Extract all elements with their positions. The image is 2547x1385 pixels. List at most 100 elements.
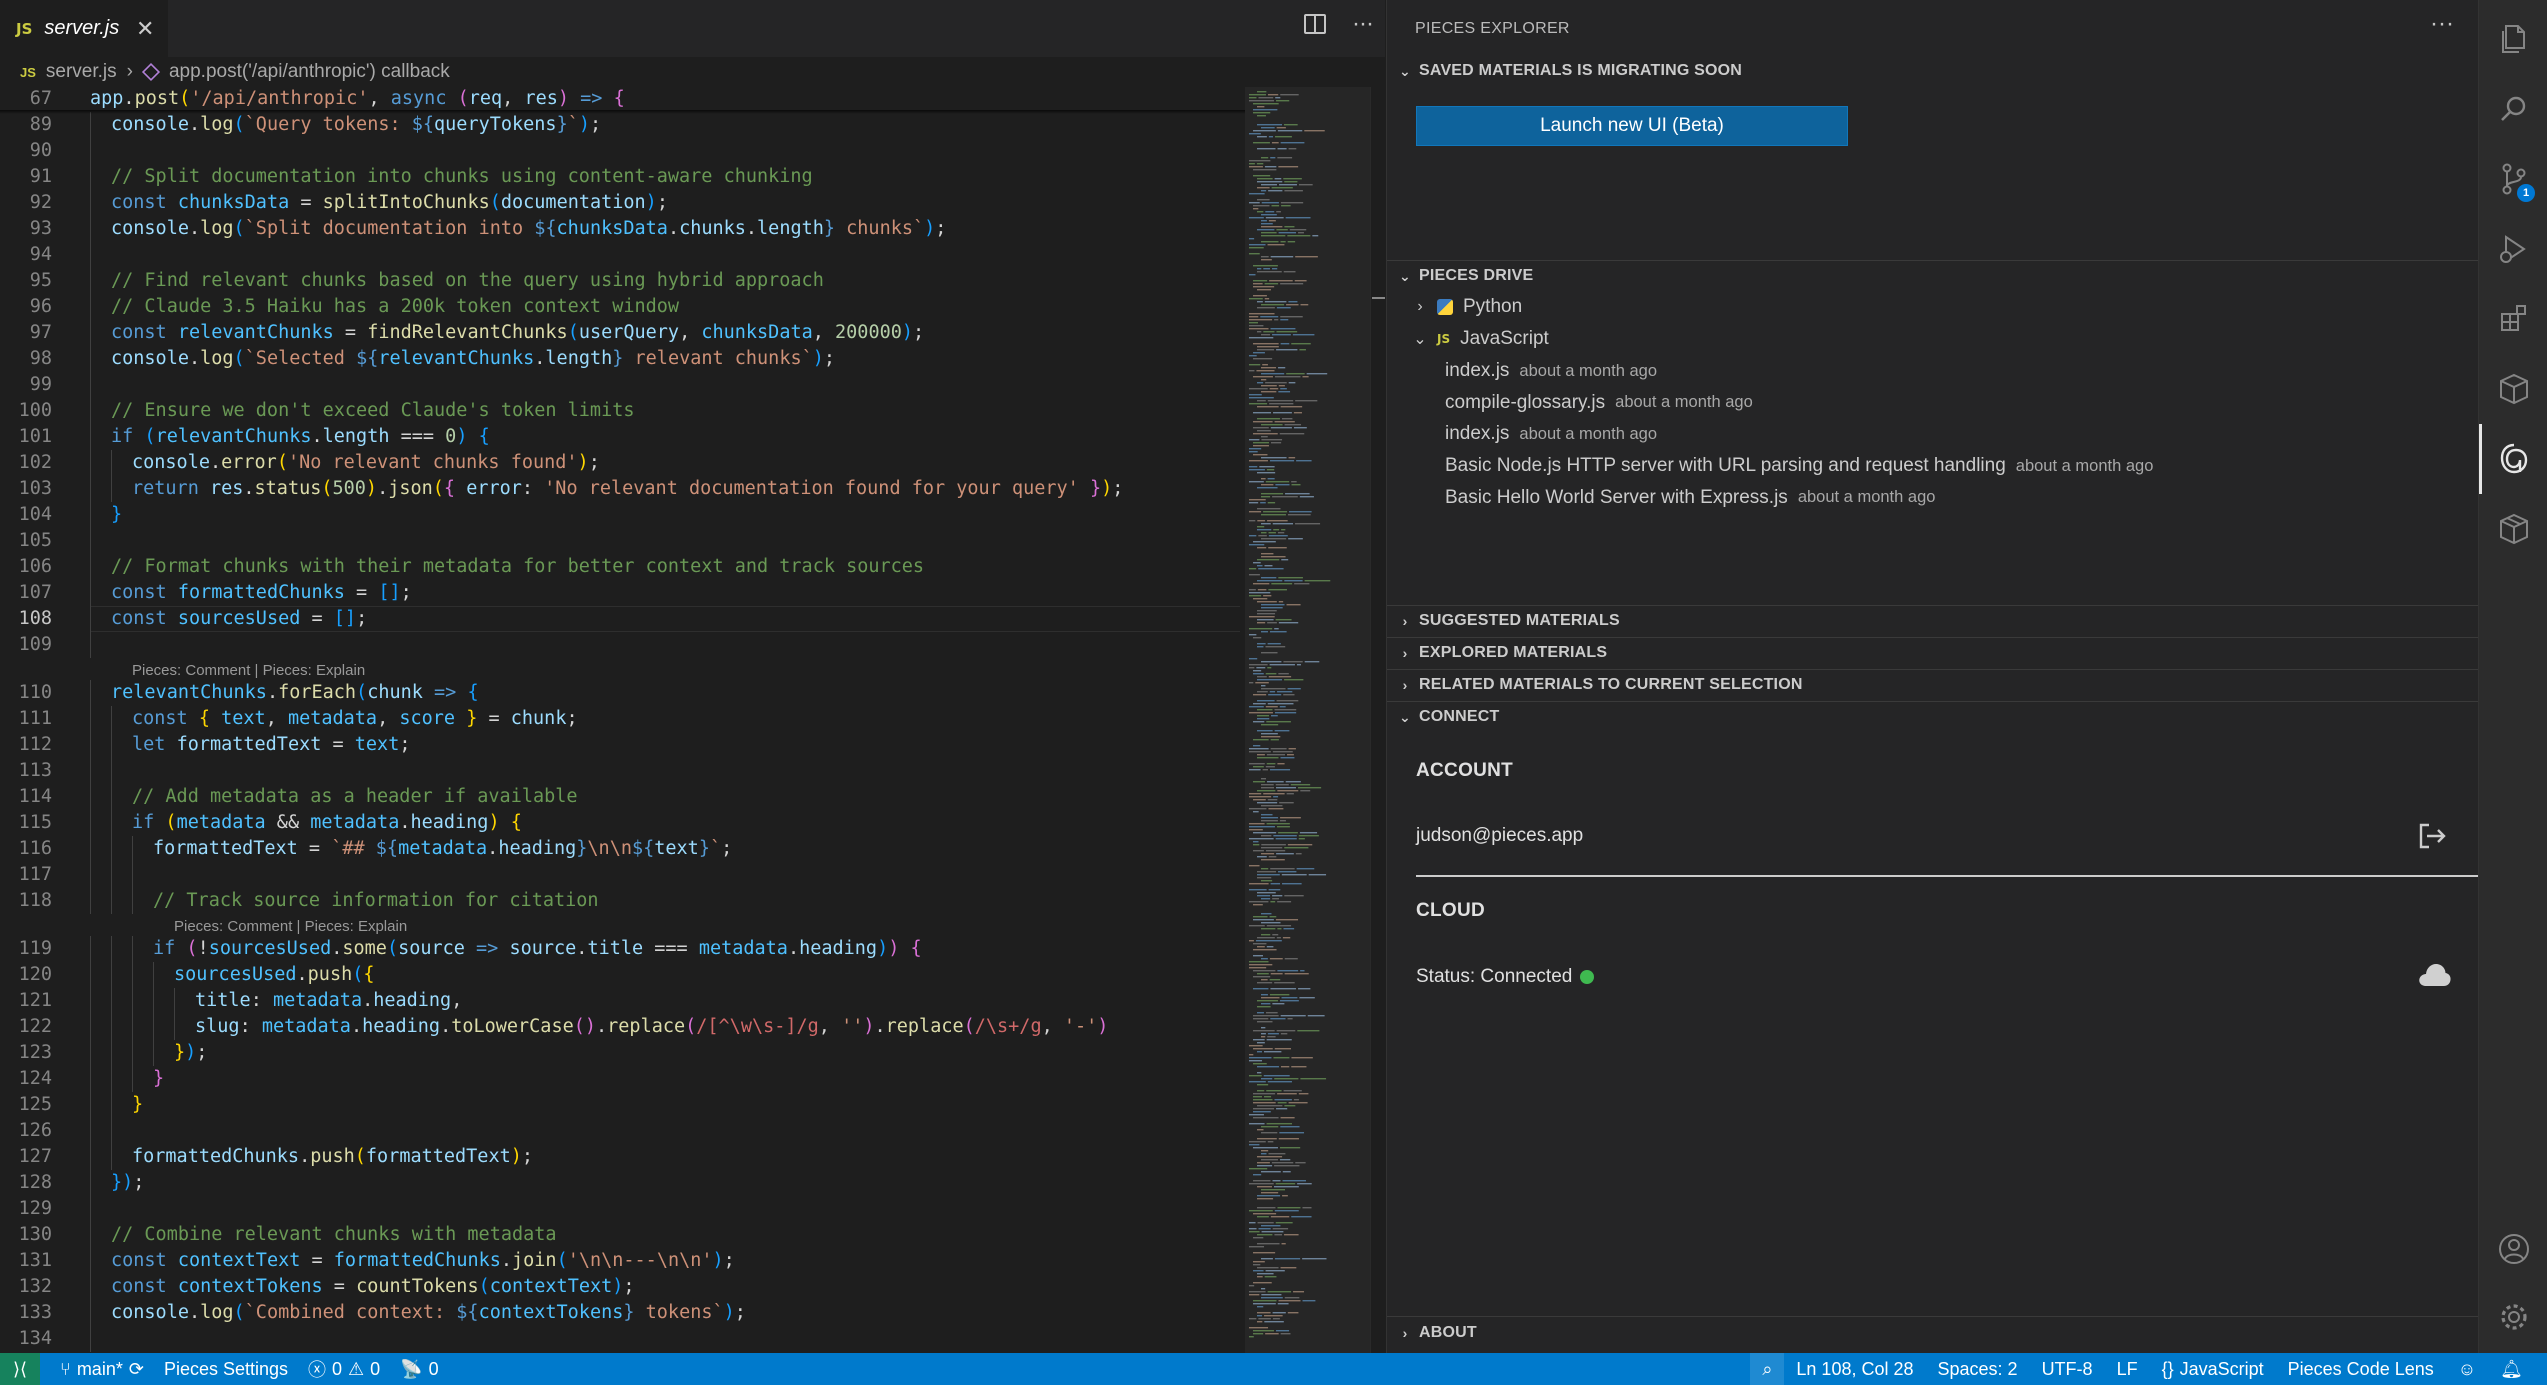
code-line[interactable]: // Ensure we don't exceed Claude's token… xyxy=(111,398,634,424)
line-number[interactable]: 133 xyxy=(0,1300,52,1326)
tab-server-js[interactable]: JS server.js ✕ xyxy=(0,0,168,57)
code-line[interactable]: const { text, metadata, score } = chunk; xyxy=(132,706,578,732)
code-line[interactable]: console.log(`Selected ${relevantChunks.l… xyxy=(111,346,835,372)
line-number[interactable]: 93 xyxy=(0,216,52,242)
notifications-bell-icon[interactable]: 🔔︎ xyxy=(2500,1359,2523,1380)
code-line[interactable]: formattedChunks.push(formattedText); xyxy=(132,1144,533,1170)
settings-gear-icon[interactable] xyxy=(2479,1282,2547,1352)
code-line[interactable]: const sourcesUsed = []; xyxy=(111,606,367,632)
line-number[interactable]: 120 xyxy=(0,962,52,988)
line-number[interactable]: 100 xyxy=(0,398,52,424)
line-number[interactable]: 112 xyxy=(0,732,52,758)
pieces-settings-button[interactable]: Pieces Settings xyxy=(164,1359,288,1380)
branch-indicator[interactable]: ⑂ main* ⟳ xyxy=(60,1359,144,1380)
more-actions-icon[interactable]: ··· xyxy=(1352,12,1374,36)
code-line[interactable]: // Combine relevant chunks with metadata xyxy=(111,1222,557,1248)
code-line[interactable]: } xyxy=(132,1092,143,1118)
code-line[interactable]: // Add metadata as a header if available xyxy=(132,784,578,810)
source-control-icon[interactable]: 1 xyxy=(2479,144,2547,214)
line-number[interactable]: 109 xyxy=(0,632,52,658)
drive-item[interactable]: index.js about a month ago xyxy=(1445,419,1657,449)
code-line[interactable]: }); xyxy=(111,1170,144,1196)
line-number[interactable]: 118 xyxy=(0,888,52,914)
code-line[interactable]: if (metadata && metadata.heading) { xyxy=(132,810,522,836)
line-number[interactable]: 107 xyxy=(0,580,52,606)
section-related-materials[interactable]: › RELATED MATERIALS TO CURRENT SELECTION xyxy=(1387,670,2479,700)
cube-icon[interactable] xyxy=(2479,494,2547,564)
launch-new-ui-button[interactable]: Launch new UI (Beta) xyxy=(1416,106,1848,146)
section-pieces-drive[interactable]: ⌄ PIECES DRIVE xyxy=(1387,261,2479,291)
section-connect[interactable]: ⌄ CONNECT xyxy=(1387,702,2479,732)
code-line[interactable]: // Claude 3.5 Haiku has a 200k token con… xyxy=(111,294,679,320)
line-number[interactable]: 94 xyxy=(0,242,52,268)
line-number[interactable]: 121 xyxy=(0,988,52,1014)
explorer-icon[interactable] xyxy=(2479,4,2547,74)
line-number[interactable]: 111 xyxy=(0,706,52,732)
minimap-slider[interactable] xyxy=(1245,87,1370,1353)
line-number[interactable]: 104 xyxy=(0,502,52,528)
code-line[interactable]: // Format chunks with their metadata for… xyxy=(111,554,924,580)
code-line[interactable]: formattedText = `## ${metadata.heading}\… xyxy=(153,836,732,862)
line-number[interactable]: 90 xyxy=(0,138,52,164)
line-number[interactable]: 132 xyxy=(0,1274,52,1300)
line-number[interactable]: 130 xyxy=(0,1222,52,1248)
zoom-icon[interactable]: ⌕ xyxy=(1750,1353,1785,1385)
line-number[interactable]: 95 xyxy=(0,268,52,294)
more-actions-icon[interactable]: ··· xyxy=(2430,10,2454,38)
line-number[interactable]: 115 xyxy=(0,810,52,836)
section-suggested-materials[interactable]: › SUGGESTED MATERIALS xyxy=(1387,606,2479,636)
drive-item[interactable]: Basic Node.js HTTP server with URL parsi… xyxy=(1445,451,2153,481)
encoding[interactable]: UTF-8 xyxy=(2042,1359,2093,1380)
code-area[interactable]: 67 app.post('/api/anthropic', async (req,… xyxy=(0,86,1245,1353)
pieces-icon[interactable] xyxy=(2479,424,2547,494)
code-line[interactable]: // Split documentation into chunks using… xyxy=(111,164,813,190)
line-number[interactable]: 108 xyxy=(0,606,52,632)
line-number[interactable]: 124 xyxy=(0,1066,52,1092)
line-number[interactable]: 117 xyxy=(0,862,52,888)
minimap[interactable] xyxy=(1245,87,1370,1353)
line-number[interactable]: 97 xyxy=(0,320,52,346)
code-line[interactable]: app.post('/api/anthropic', async (req, r… xyxy=(90,86,625,112)
extensions-icon[interactable] xyxy=(2479,284,2547,354)
line-number[interactable]: 92 xyxy=(0,190,52,216)
code-line[interactable]: }); xyxy=(174,1040,207,1066)
sync-icon[interactable]: ⟳ xyxy=(129,1359,144,1380)
code-line[interactable]: console.log(`Combined context: ${context… xyxy=(111,1300,746,1326)
line-number[interactable]: 129 xyxy=(0,1196,52,1222)
drive-item[interactable]: index.js about a month ago xyxy=(1445,356,1657,386)
breadcrumb-file[interactable]: server.js xyxy=(46,61,117,83)
code-line[interactable]: sourcesUsed.push({ xyxy=(174,962,375,988)
line-number[interactable]: 103 xyxy=(0,476,52,502)
code-line[interactable]: if (relevantChunks.length === 0) { xyxy=(111,424,490,450)
code-line[interactable]: console.log(`Split documentation into ${… xyxy=(111,216,946,242)
line-number[interactable]: 122 xyxy=(0,1014,52,1040)
line-number[interactable]: 101 xyxy=(0,424,52,450)
indentation[interactable]: Spaces: 2 xyxy=(1938,1359,2018,1380)
line-number[interactable]: 91 xyxy=(0,164,52,190)
vertical-scrollbar[interactable] xyxy=(1370,87,1385,1353)
line-number[interactable]: 128 xyxy=(0,1170,52,1196)
code-line[interactable]: const formattedChunks = []; xyxy=(111,580,412,606)
code-line[interactable]: const contextTokens = countTokens(contex… xyxy=(111,1274,635,1300)
end-of-line[interactable]: LF xyxy=(2117,1359,2138,1380)
code-line[interactable]: const relevantChunks = findRelevantChunk… xyxy=(111,320,924,346)
line-number[interactable]: 67 xyxy=(0,86,52,112)
language-mode[interactable]: {} JavaScript xyxy=(2162,1359,2264,1380)
line-number[interactable]: 99 xyxy=(0,372,52,398)
code-line[interactable]: // Find relevant chunks based on the que… xyxy=(111,268,824,294)
code-lens[interactable]: Pieces: Comment | Pieces: Explain xyxy=(132,662,365,680)
code-line[interactable]: if (!sourcesUsed.some(source => source.t… xyxy=(153,936,922,962)
tree-folder-python[interactable]: › Python xyxy=(1409,292,1522,322)
line-number[interactable]: 123 xyxy=(0,1040,52,1066)
problems-indicator[interactable]: ⓧ 0 ⚠ 0 xyxy=(308,1356,380,1382)
split-editor-icon[interactable] xyxy=(1304,14,1327,34)
logout-icon[interactable] xyxy=(2417,822,2447,850)
drive-item[interactable]: Basic Hello World Server with Express.js… xyxy=(1445,483,1935,513)
section-migrating[interactable]: ⌄ SAVED MATERIALS IS MIGRATING SOON xyxy=(1387,56,2479,86)
line-number[interactable]: 114 xyxy=(0,784,52,810)
line-number[interactable]: 131 xyxy=(0,1248,52,1274)
code-line[interactable]: relevantChunks.forEach(chunk => { xyxy=(111,680,479,706)
breadcrumb-symbol[interactable]: app.post('/api/anthropic') callback xyxy=(169,61,450,83)
line-number[interactable]: 116 xyxy=(0,836,52,862)
remote-indicator[interactable]: ⟩⟨ xyxy=(0,1353,40,1385)
